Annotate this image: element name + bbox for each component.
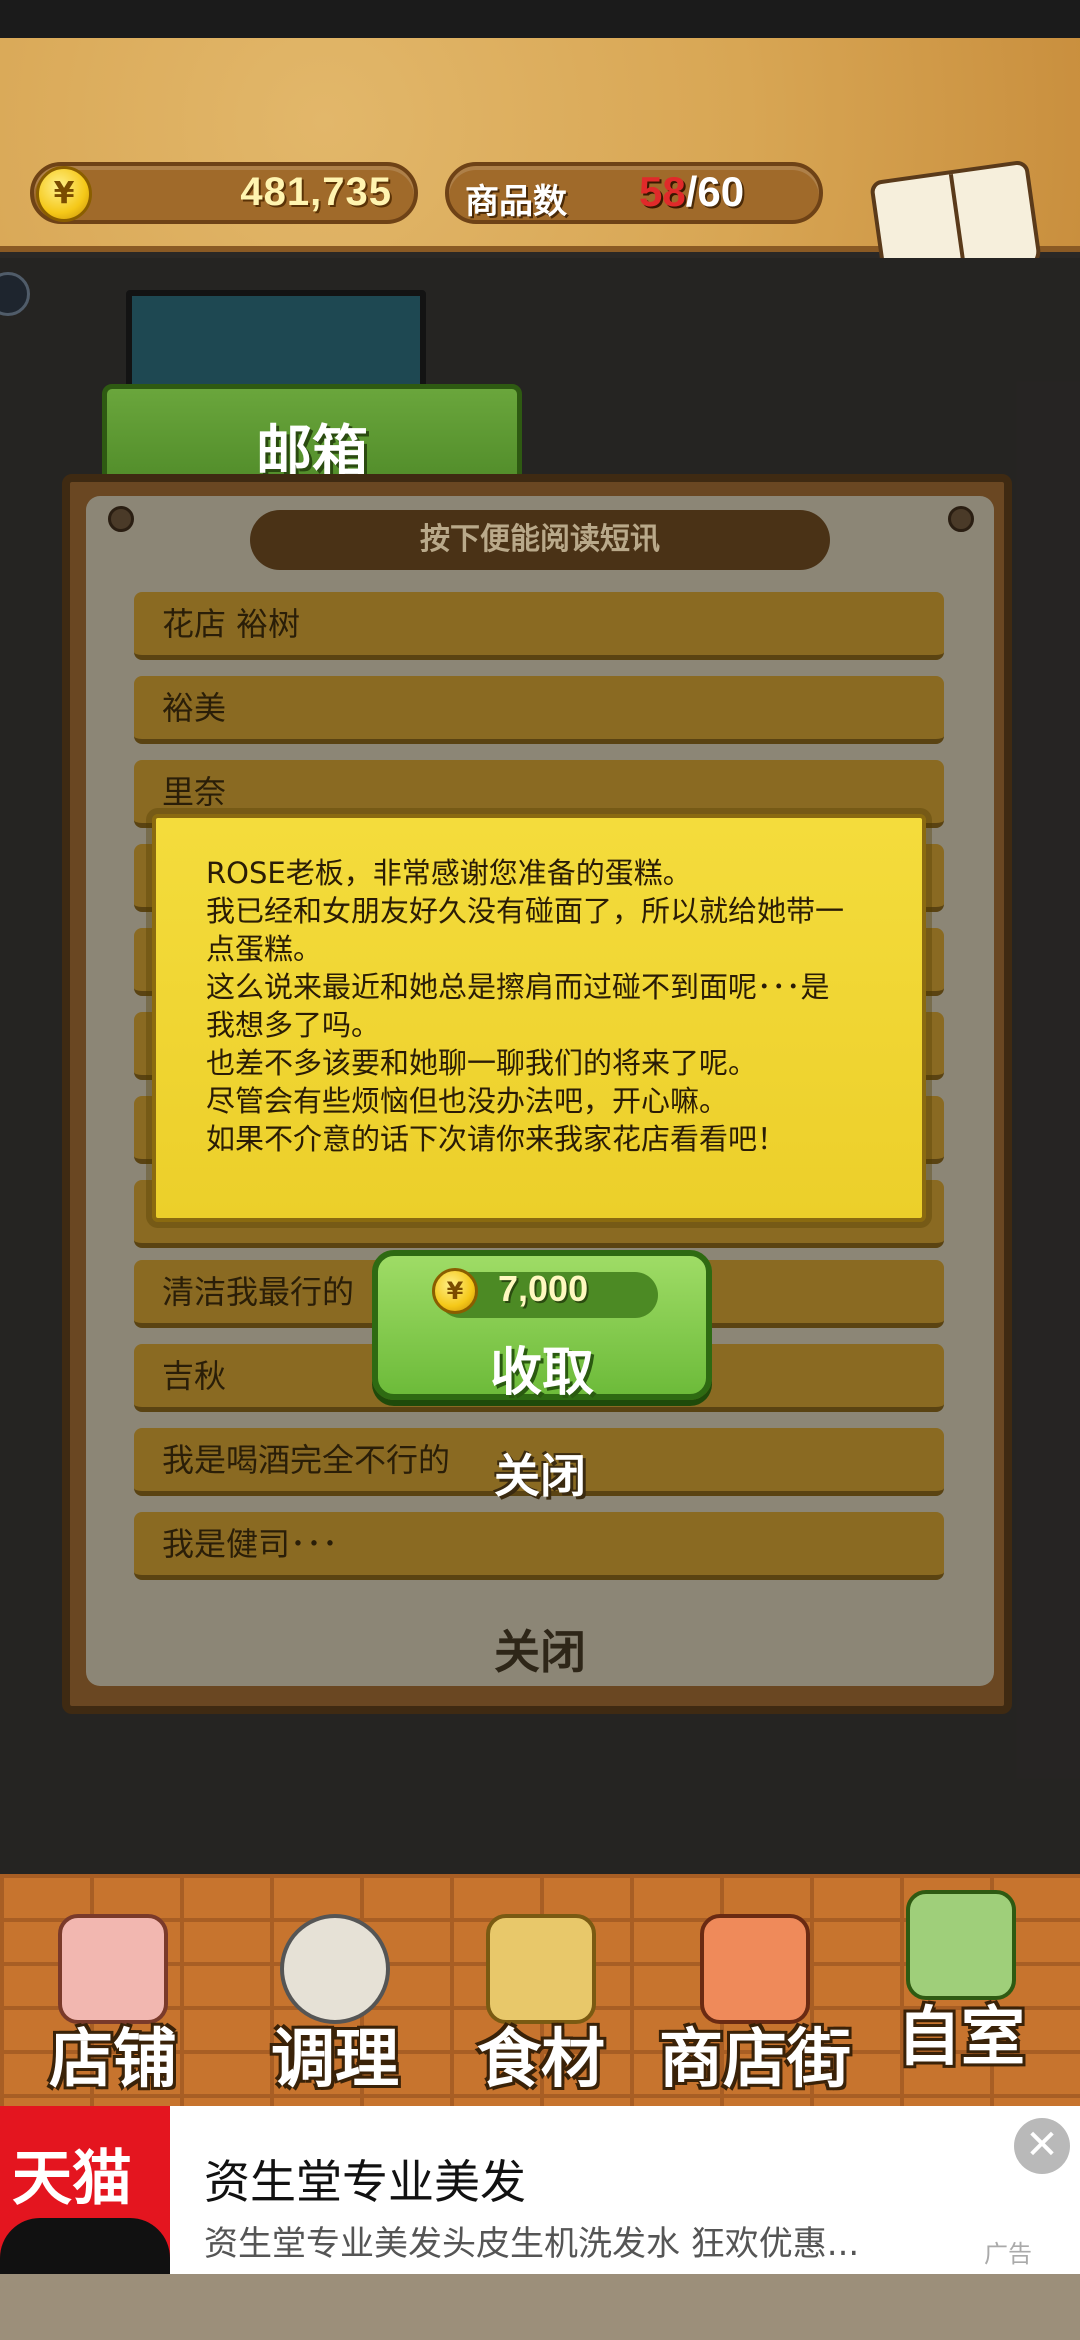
- nav-label: 商店街: [659, 2023, 851, 2097]
- collect-button[interactable]: ¥ 7,000 收取: [372, 1250, 712, 1403]
- ad-brand: 天猫: [12, 2144, 132, 2214]
- bottom-nav: 店铺 调理 食材 商店街 自室: [0, 1874, 1080, 2106]
- nav-label: 店铺: [49, 2023, 177, 2097]
- mail-item[interactable]: 花店 裕树: [134, 592, 944, 660]
- collect-label: 收取: [489, 1343, 594, 1403]
- ad-logo: 天猫: [0, 2106, 170, 2274]
- ad-title: 资生堂专业美发: [204, 2155, 526, 2209]
- coin-icon: ¥: [36, 166, 92, 222]
- reward-amount: 7,000: [498, 1268, 589, 1309]
- coin-counter: ¥ 481,735: [30, 162, 418, 224]
- message-line: 如果不介意的话下次请你来我家花店看看吧！: [206, 1122, 787, 1156]
- mailbox-close-button[interactable]: 关闭: [140, 1612, 940, 1692]
- message-line: 点蛋糕。: [206, 932, 323, 966]
- dialog-close-button[interactable]: 关闭: [440, 1440, 640, 1506]
- message-line: 我想多了吗。: [206, 1008, 381, 1042]
- nav-cooking[interactable]: 调理: [230, 1874, 440, 2106]
- goods-counter: 商品数 58/60: [445, 162, 823, 224]
- nav-label: 食材: [477, 2023, 605, 2097]
- message-line: ROSE老板，非常感谢您准备的蛋糕。: [206, 856, 692, 890]
- mail-item[interactable]: 裕美: [134, 676, 944, 744]
- mailbox-hint: 按下便能阅读短讯: [250, 510, 830, 570]
- message-note: ROSE老板，非常感谢您准备的蛋糕。 我已经和女朋友好久没有碰面了，所以就给她带…: [152, 814, 926, 1222]
- status-bar: [0, 0, 1080, 38]
- goods-max: 60: [697, 168, 745, 215]
- goods-separator: /: [685, 168, 698, 215]
- goods-current: 58: [639, 168, 686, 215]
- coin-value: 481,735: [240, 170, 392, 214]
- message-line: 这么说来最近和她总是擦肩而过碰不到面呢･･･是: [206, 970, 830, 1004]
- nav-shopping-street[interactable]: 商店街: [640, 1874, 870, 2106]
- ad-close-icon[interactable]: ✕: [1014, 2118, 1070, 2174]
- goods-label: 商品数: [465, 182, 567, 222]
- footer: [0, 2274, 1080, 2340]
- message-line: 我已经和女朋友好久没有碰面了，所以就给她带一: [206, 894, 845, 928]
- cat-head-icon: [0, 2218, 170, 2274]
- pin-icon: [108, 506, 134, 532]
- nav-room[interactable]: 自室: [856, 1874, 1066, 2106]
- ad-tag: 广告: [984, 2240, 1032, 2268]
- ad-banner[interactable]: 天猫 资生堂专业美发 资生堂专业美发头皮生机洗发水 狂欢优惠...: [0, 2106, 1080, 2274]
- ad-description: 资生堂专业美发头皮生机洗发水 狂欢优惠...: [204, 2224, 860, 2264]
- message-line: 也差不多该要和她聊一聊我们的将来了呢。: [206, 1046, 758, 1080]
- coin-icon: ¥: [432, 1268, 478, 1314]
- nav-ingredients[interactable]: 食材: [436, 1874, 646, 2106]
- message-line: 尽管会有些烦恼但也没办法吧，开心嘛。: [206, 1084, 729, 1118]
- goods-count: 58/60: [639, 168, 744, 216]
- staff-only-sign-icon: [906, 1890, 1016, 2000]
- nav-label: 调理: [271, 2023, 399, 2097]
- pin-icon: [948, 506, 974, 532]
- mail-item[interactable]: 我是健司･･･: [134, 1512, 944, 1580]
- nav-label: 自室: [897, 2001, 1025, 2075]
- nav-shop[interactable]: 店铺: [8, 1874, 218, 2106]
